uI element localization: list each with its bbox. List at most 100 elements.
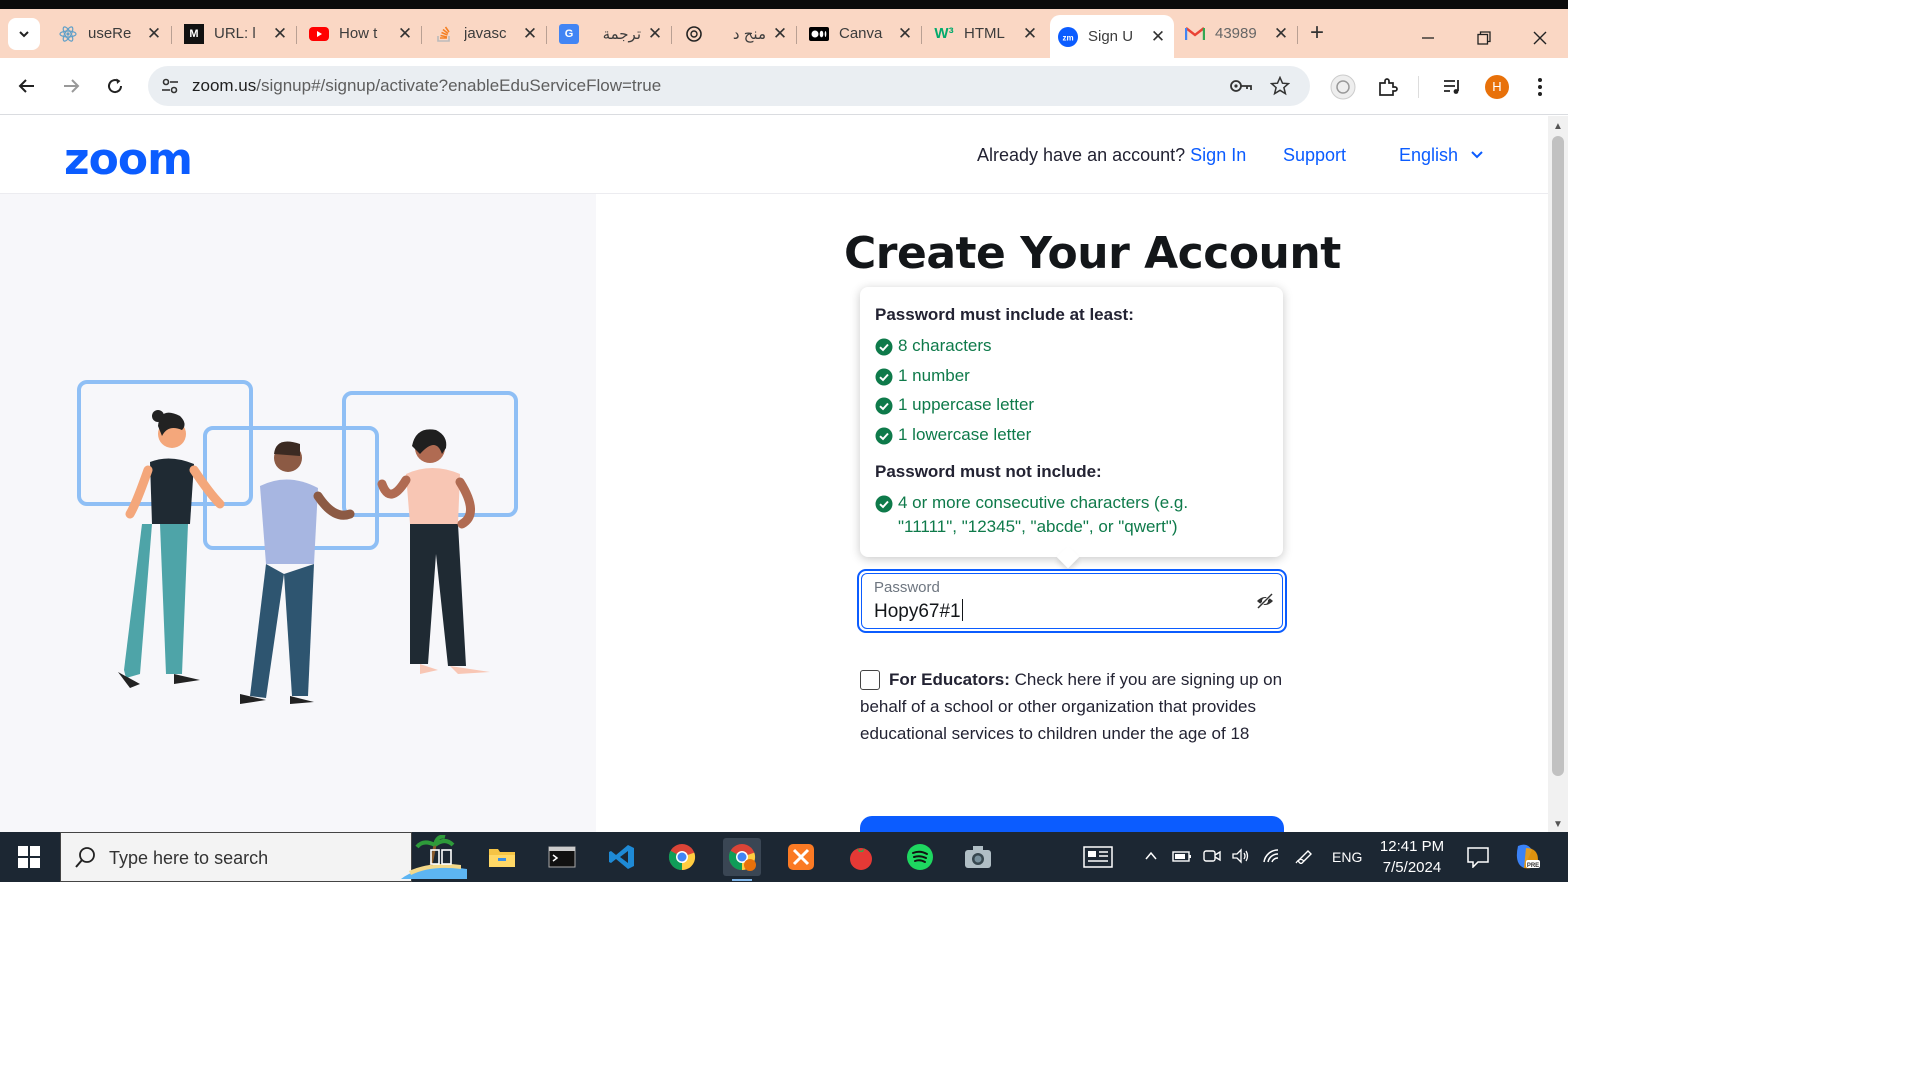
tab-title: ترجمة bbox=[602, 25, 641, 43]
tooltip-arrow bbox=[1056, 545, 1080, 569]
window-top-edge bbox=[0, 0, 1568, 9]
requirement-item: 8 characters bbox=[875, 336, 992, 358]
system-clock[interactable]: 12:41 PM 7/5/2024 bbox=[1372, 836, 1452, 878]
close-icon[interactable]: ✕ bbox=[272, 24, 288, 44]
illustration-panel bbox=[0, 194, 596, 832]
tab-youtube[interactable]: How t ✕ bbox=[301, 15, 421, 52]
xampp-button[interactable] bbox=[782, 838, 820, 876]
chrome-profile-icon bbox=[728, 844, 756, 871]
minimize-icon bbox=[1422, 37, 1434, 39]
puzzle-icon[interactable] bbox=[1375, 74, 1401, 100]
vscode-button[interactable] bbox=[603, 838, 641, 876]
scroll-down-arrow-icon[interactable]: ▼ bbox=[1553, 819, 1563, 830]
medium-icon bbox=[809, 24, 829, 44]
educator-bold-label: For Educators: bbox=[889, 670, 1010, 689]
forward-button[interactable] bbox=[57, 72, 85, 100]
page-scrollbar[interactable]: ▲ ▼ bbox=[1548, 116, 1568, 832]
requirement-label: 8 characters bbox=[898, 336, 992, 355]
battery-icon[interactable] bbox=[1172, 848, 1192, 867]
requirement-item: 1 number bbox=[875, 366, 970, 388]
tomato-timer-button[interactable] bbox=[842, 838, 880, 876]
meet-now-icon[interactable] bbox=[1203, 848, 1221, 867]
tab-gmail[interactable]: 43989 ✕ bbox=[1177, 15, 1297, 52]
close-icon[interactable]: ✕ bbox=[772, 24, 788, 44]
minimize-button[interactable] bbox=[1400, 18, 1456, 58]
eye-off-icon[interactable] bbox=[1255, 591, 1275, 611]
close-icon[interactable]: ✕ bbox=[897, 24, 913, 44]
input-language[interactable]: ENG bbox=[1332, 849, 1362, 865]
language-selector[interactable]: English bbox=[1399, 145, 1483, 166]
camera-icon bbox=[965, 846, 991, 868]
bookmark-star-icon[interactable] bbox=[1269, 75, 1291, 101]
educator-checkbox-row: For Educators: Check here if you are sig… bbox=[860, 666, 1284, 747]
check-circle-icon bbox=[875, 427, 893, 445]
chrome-profile-button[interactable] bbox=[723, 838, 761, 881]
site-settings-icon[interactable] bbox=[160, 76, 180, 101]
spotify-button[interactable] bbox=[901, 838, 939, 876]
tab-search-button[interactable] bbox=[8, 18, 40, 50]
profile-avatar[interactable]: H bbox=[1485, 75, 1509, 99]
close-icon[interactable]: ✕ bbox=[522, 24, 538, 44]
tab-title: HTML bbox=[964, 25, 1005, 42]
close-icon[interactable]: ✕ bbox=[1273, 24, 1289, 44]
vscode-icon bbox=[609, 845, 634, 869]
close-icon[interactable]: ✕ bbox=[1022, 24, 1038, 44]
kebab-menu-icon[interactable] bbox=[1527, 74, 1553, 100]
extension-circle-icon[interactable] bbox=[1330, 74, 1356, 100]
terminal-button[interactable] bbox=[543, 838, 581, 876]
tab-chatgpt[interactable]: منح د ✕ bbox=[676, 15, 796, 52]
scroll-up-arrow-icon[interactable]: ▲ bbox=[1553, 121, 1563, 132]
tab-zoom-signup[interactable]: zm Sign U ✕ bbox=[1050, 15, 1174, 58]
task-view-icon bbox=[430, 849, 452, 865]
zoom-logo[interactable]: zoom bbox=[64, 134, 193, 185]
password-input[interactable]: Hopy67#1 bbox=[874, 599, 963, 623]
support-link[interactable]: Support bbox=[1283, 145, 1346, 166]
task-view-button[interactable] bbox=[422, 838, 460, 876]
close-window-button[interactable] bbox=[1512, 18, 1568, 58]
close-icon[interactable]: ✕ bbox=[397, 24, 413, 44]
address-bar[interactable]: zoom.us/signup#/signup/activate?enableEd… bbox=[148, 66, 1310, 106]
requirement-label: 1 number bbox=[898, 366, 970, 385]
password-field[interactable]: Password Hopy67#1 bbox=[857, 569, 1287, 633]
camera-button[interactable] bbox=[959, 838, 997, 876]
file-explorer-button[interactable] bbox=[483, 838, 521, 876]
educator-checkbox[interactable] bbox=[860, 670, 880, 690]
close-icon[interactable]: ✕ bbox=[1150, 27, 1166, 47]
tab-canva[interactable]: Canva ✕ bbox=[801, 15, 921, 52]
start-button[interactable] bbox=[0, 832, 58, 882]
close-icon[interactable]: ✕ bbox=[146, 24, 162, 44]
news-widget-icon[interactable] bbox=[1083, 846, 1113, 871]
copilot-icon[interactable]: PRE bbox=[1512, 842, 1542, 875]
pen-icon[interactable] bbox=[1295, 848, 1315, 867]
wifi-icon[interactable] bbox=[1262, 848, 1282, 867]
url-host: zoom.us bbox=[192, 76, 257, 95]
arrow-left-icon bbox=[18, 79, 34, 93]
tab-title: 43989 bbox=[1215, 25, 1257, 42]
exclude-heading: Password must not include: bbox=[875, 462, 1102, 481]
tab-w3schools[interactable]: W³ HTML ✕ bbox=[926, 15, 1046, 52]
tab-url[interactable]: M URL: l ✕ bbox=[176, 15, 296, 52]
volume-icon[interactable] bbox=[1232, 848, 1250, 867]
signup-submit-button[interactable] bbox=[860, 816, 1284, 832]
tab-separator bbox=[421, 26, 422, 44]
check-circle-icon bbox=[875, 495, 893, 513]
media-queue-icon[interactable] bbox=[1440, 74, 1466, 100]
taskbar-search-box[interactable]: Type here to search bbox=[60, 832, 467, 882]
new-tab-button[interactable]: + bbox=[1304, 21, 1330, 47]
key-icon[interactable] bbox=[1229, 76, 1253, 101]
password-requirements-tooltip: Password must include at least: 8 charac… bbox=[860, 287, 1283, 569]
notification-icon[interactable] bbox=[1466, 846, 1490, 871]
chrome-button[interactable] bbox=[663, 838, 701, 876]
close-icon[interactable]: ✕ bbox=[647, 24, 663, 44]
back-button[interactable] bbox=[13, 72, 41, 100]
restore-button[interactable] bbox=[1456, 18, 1512, 58]
sign-in-link[interactable]: Sign In bbox=[1190, 145, 1246, 165]
chevron-up-icon[interactable] bbox=[1143, 848, 1159, 867]
svg-text:PRE: PRE bbox=[1527, 863, 1539, 869]
tab-stackoverflow[interactable]: javasc ✕ bbox=[426, 15, 546, 52]
reload-button[interactable] bbox=[101, 72, 129, 100]
scrollbar-thumb[interactable] bbox=[1552, 136, 1564, 776]
tab-title: javasc bbox=[464, 25, 507, 42]
tab-usere[interactable]: useRe ✕ bbox=[50, 15, 170, 52]
tab-translate[interactable]: G ترجمة ✕ bbox=[551, 15, 671, 52]
